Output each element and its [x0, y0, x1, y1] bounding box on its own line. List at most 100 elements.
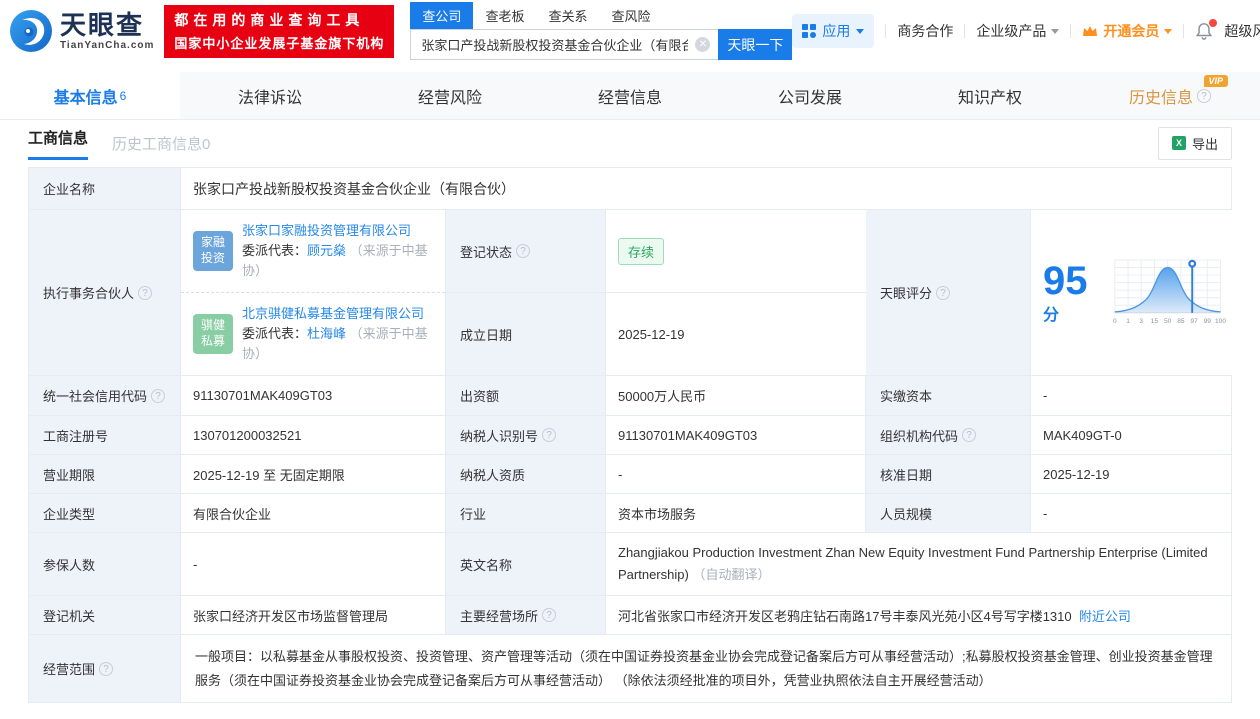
score-distribution-chart: 0 1 3 15 50 85 97 99 100: [1113, 259, 1226, 325]
open-vip-label: 开通会员: [1103, 23, 1160, 39]
search-tab-company[interactable]: 查公司: [410, 2, 474, 29]
partner-item: 家融 投资 张家口家融投资管理有限公司 委派代表：顾元燊 （来源于中基协）: [181, 210, 445, 292]
insured-value: -: [181, 533, 446, 596]
svg-text:99: 99: [1204, 318, 1212, 325]
divider: [1070, 24, 1072, 38]
search-tab-risk[interactable]: 查风险: [599, 2, 662, 29]
company-name-label: 企业名称: [29, 168, 181, 209]
rep-person-link[interactable]: 顾元燊: [307, 243, 346, 258]
tab-intellectual-property[interactable]: 知识产权: [900, 72, 1080, 119]
nav-open-vip[interactable]: 开通会员: [1082, 21, 1173, 41]
company-type-label: 企业类型: [29, 494, 181, 532]
table-row: 企业名称 张家口产投战新股权投资基金合伙企业（有限合伙）: [29, 168, 1231, 210]
reg-number-value: 130701200032521: [181, 416, 446, 454]
capital-value: 50000万人民币: [606, 376, 866, 415]
partner-company-link[interactable]: 张家口家融投资管理有限公司: [242, 223, 411, 238]
reg-authority-value: 张家口经济开发区市场监督管理局: [181, 596, 446, 635]
tab-basic-info[interactable]: 基本信息 6: [0, 72, 180, 119]
search-button[interactable]: 天眼一下: [718, 29, 793, 60]
search-input[interactable]: [410, 29, 719, 60]
rep-person-link[interactable]: 杜海峰: [307, 326, 346, 341]
divider: [885, 24, 887, 38]
question-icon[interactable]: ?: [99, 661, 114, 676]
tab-history-info[interactable]: VIP 历史信息 ?: [1080, 72, 1260, 119]
tianyancha-company-page: 天眼查 TianYanCha.com 都在用的商业查询工具 国家中小企业发展子基…: [0, 0, 1260, 703]
question-icon[interactable]: ?: [1197, 88, 1211, 103]
question-icon[interactable]: ?: [962, 428, 977, 442]
question-icon[interactable]: ?: [138, 285, 153, 300]
table-subrow: 成立日期 2025-12-19: [446, 292, 866, 375]
vip-badge: VIP: [1204, 75, 1228, 87]
company-type-value: 有限合伙企业: [181, 494, 446, 532]
question-icon[interactable]: ?: [936, 285, 951, 300]
avatar-text: 投资: [200, 251, 225, 265]
business-term-label: 营业期限: [29, 455, 181, 493]
svg-text:50: 50: [1164, 318, 1172, 325]
taxpayer-quality-label: 纳税人资质: [446, 455, 606, 493]
question-icon[interactable]: ?: [542, 608, 557, 623]
tab-legal-litigation[interactable]: 法律诉讼: [180, 72, 360, 119]
search-tab-relation[interactable]: 查关系: [536, 2, 599, 29]
credit-code-label: 统一社会信用代码 ?: [29, 376, 181, 415]
notification-dot: [1209, 19, 1218, 27]
search-block: 查公司 查老板 查关系 查风险 ✕ 天眼一下: [410, 2, 793, 60]
score-value-cell[interactable]: 95分 0 1 3 15 50 85 97 99 100: [1031, 210, 1238, 375]
table-row: 登记机关 张家口经济开发区市场监督管理局 主要经营场所 ? 河北省张家口市经济开…: [29, 596, 1231, 636]
executive-partner-list: 家融 投资 张家口家融投资管理有限公司 委派代表：顾元燊 （来源于中基协） 骐健…: [181, 210, 446, 375]
org-code-value: MAK409GT-0: [1031, 416, 1231, 454]
question-icon[interactable]: ?: [516, 244, 531, 258]
table-row: 企业类型 有限合伙企业 行业 资本市场服务 人员规模 -: [29, 494, 1231, 533]
nearby-companies-link[interactable]: 附近公司: [1079, 609, 1131, 624]
status-badge: 存续: [618, 237, 665, 265]
tianyancha-logo[interactable]: 天眼查 TianYanCha.com: [8, 8, 154, 54]
taxpayer-quality-value: -: [606, 455, 866, 493]
score-label-text: 天眼评分: [880, 286, 933, 301]
subtab-bar: 工商信息 历史工商信息0 X 导出: [0, 120, 1260, 166]
tab-basic-info-label: 基本信息: [53, 89, 118, 107]
svg-text:0: 0: [1113, 318, 1117, 325]
enterprise-label: 企业级产品: [976, 23, 1047, 39]
chevron-down-icon: [856, 28, 865, 38]
svg-text:85: 85: [1177, 318, 1185, 325]
tab-company-development[interactable]: 公司发展: [720, 72, 900, 119]
subtab-business-info[interactable]: 工商信息: [28, 127, 89, 160]
tab-label: 历史信息: [1128, 89, 1193, 107]
partner-company-link[interactable]: 北京骐健私募基金管理有限公司: [242, 306, 424, 321]
question-icon[interactable]: ?: [542, 428, 557, 442]
tab-label: 经营信息: [597, 89, 662, 107]
nav-super-risk[interactable]: 超级风...: [1224, 21, 1260, 41]
subtab-history-business-info[interactable]: 历史工商信息0: [112, 133, 210, 154]
partner-avatar[interactable]: 家融 投资: [193, 231, 233, 271]
reg-authority-label: 登记机关: [29, 596, 181, 635]
paid-capital-label: 实缴资本: [866, 376, 1031, 415]
slogan-line2: 国家中小企业发展子基金旗下机构: [174, 35, 385, 51]
approval-date-label: 核准日期: [866, 455, 1031, 493]
company-name-value: 张家口产投战新股权投资基金合伙企业（有限合伙）: [181, 168, 1231, 209]
company-tabbar: 基本信息 6 法律诉讼 经营风险 经营信息 公司发展 知识产权 VIP 历史信息 …: [0, 72, 1260, 120]
rep-label: 委派代表：: [242, 242, 308, 258]
export-button[interactable]: X 导出: [1157, 126, 1232, 160]
nav-business-cooperation[interactable]: 商务合作: [897, 21, 953, 41]
status-date-column: 登记状态 ? 存续 成立日期 2025-12-19: [446, 210, 866, 375]
notification-bell[interactable]: [1195, 19, 1218, 40]
tab-label: 经营风险: [417, 89, 482, 107]
apps-label: 应用: [822, 23, 851, 39]
super-risk-label: 超级风...: [1224, 23, 1260, 39]
credit-code-label-text: 统一社会信用代码: [43, 389, 148, 404]
divider: [964, 24, 966, 38]
search-tab-boss[interactable]: 查老板: [473, 2, 536, 29]
reg-status-value: 存续: [606, 210, 866, 292]
apps-menu[interactable]: 应用: [792, 14, 875, 48]
tab-operation-risk[interactable]: 经营风险: [360, 72, 540, 119]
svg-text:15: 15: [1151, 318, 1159, 325]
chevron-down-icon: [1164, 28, 1173, 38]
staff-size-label: 人员规模: [866, 494, 1031, 532]
nav-enterprise-products[interactable]: 企业级产品: [976, 21, 1060, 41]
reg-number-label: 工商注册号: [29, 416, 181, 454]
paid-capital-value: -: [1031, 376, 1231, 415]
table-row: 执行事务合伙人 ? 家融 投资 张家口家融投资管理有限公司 委派代表：顾元燊 （…: [29, 210, 1238, 376]
question-icon[interactable]: ?: [151, 388, 166, 403]
est-date-value: 2025-12-19: [606, 293, 866, 375]
partner-avatar[interactable]: 骐健 私募: [193, 314, 233, 354]
tab-operation-info[interactable]: 经营信息: [540, 72, 720, 119]
